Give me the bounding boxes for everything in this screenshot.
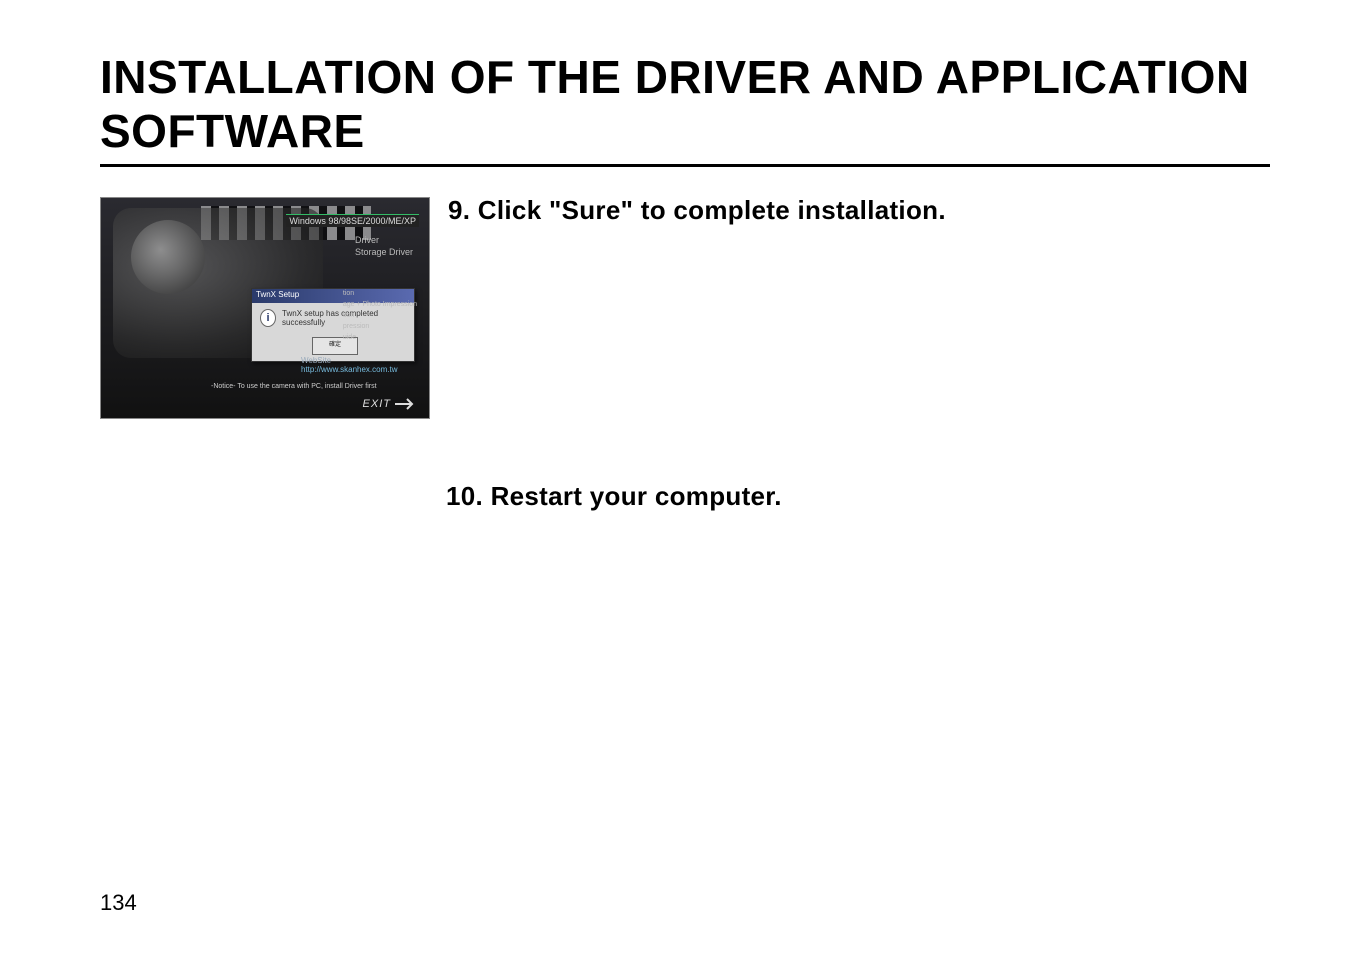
app-list-partial: tion age + Photo Impression tion pressio…	[343, 288, 417, 343]
app-list-item: tion	[343, 310, 417, 321]
website-label: WebSite	[301, 356, 397, 365]
app-list-item: pression	[343, 321, 417, 332]
title-rule	[100, 164, 1270, 167]
camera-lens	[131, 220, 205, 294]
info-icon: i	[260, 309, 276, 327]
app-list-item: tion	[343, 288, 417, 299]
arrow-right-icon	[395, 398, 417, 410]
driver-line: Driver	[355, 234, 413, 246]
page: INSTALLATION OF THE DRIVER AND APPLICATI…	[0, 0, 1346, 954]
install-notice: -Notice- To use the camera with PC, inst…	[211, 383, 377, 390]
app-list-item: age + Photo Impression	[343, 299, 417, 310]
step-9-row: Windows 98/98SE/2000/ME/XP Driver Storag…	[100, 197, 1270, 419]
exit-link[interactable]: EXIT	[363, 398, 417, 410]
step-10-text: 10. Restart your computer.	[446, 481, 1270, 512]
page-title: INSTALLATION OF THE DRIVER AND APPLICATI…	[100, 50, 1270, 158]
step-9-text: 9. Click "Sure" to complete installation…	[448, 195, 946, 226]
installer-screenshot: Windows 98/98SE/2000/ME/XP Driver Storag…	[100, 197, 430, 419]
os-compat-line: Windows 98/98SE/2000/ME/XP	[286, 214, 419, 227]
storage-driver-line: Storage Driver	[355, 246, 413, 258]
website-block: WebSite http://www.skanhex.com.tw	[301, 356, 397, 374]
page-number: 134	[100, 890, 137, 916]
app-list-item: uide	[343, 332, 417, 343]
driver-section: Driver Storage Driver	[355, 234, 413, 258]
exit-label: EXIT	[363, 398, 391, 410]
website-url: http://www.skanhex.com.tw	[301, 365, 397, 374]
